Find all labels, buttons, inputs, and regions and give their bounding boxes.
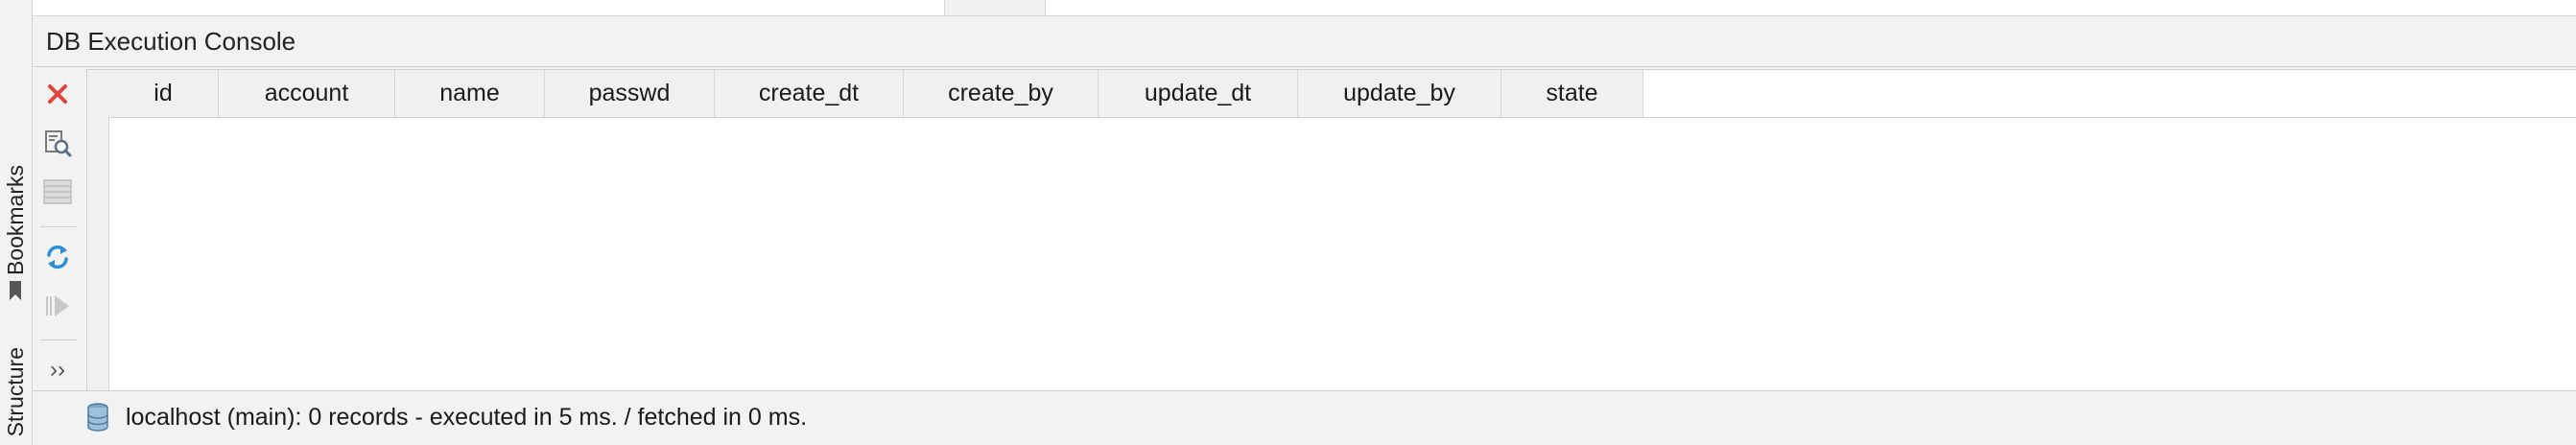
record-view-button[interactable] <box>42 176 73 207</box>
toolbar-separator <box>40 226 77 227</box>
grid-header: id account name passwd create_dt create_… <box>108 70 1643 118</box>
console-toolbar: ›› <box>33 67 84 390</box>
bookmarks-tab-label: Bookmarks <box>2 164 28 276</box>
status-text: localhost (main): 0 records - executed i… <box>126 404 808 431</box>
bookmarks-tab[interactable]: Bookmarks <box>2 153 29 312</box>
column-header-name[interactable]: name <box>395 70 545 117</box>
row-header-gutter <box>87 70 109 391</box>
column-header-account[interactable]: account <box>219 70 395 117</box>
play-icon <box>46 295 69 316</box>
column-header-update-dt[interactable]: update_dt <box>1099 70 1298 117</box>
table-rows-icon <box>43 179 72 204</box>
structure-tab[interactable]: Structure <box>2 340 29 444</box>
structure-tab-label: Structure <box>2 347 28 437</box>
bookmark-icon <box>10 281 21 301</box>
column-header-id[interactable]: id <box>108 70 219 117</box>
column-header-create-dt[interactable]: create_dt <box>715 70 904 117</box>
status-bar: localhost (main): 0 records - executed i… <box>33 390 2576 445</box>
refresh-button[interactable] <box>42 242 73 272</box>
upper-panel-segment <box>944 0 1046 15</box>
close-icon <box>48 84 67 104</box>
view-query-button[interactable] <box>42 129 73 159</box>
column-header-update-by[interactable]: update_by <box>1298 70 1501 117</box>
column-header-create-by[interactable]: create_by <box>904 70 1099 117</box>
execute-button[interactable] <box>42 291 73 321</box>
database-icon <box>87 403 108 432</box>
console-header: DB Execution Console <box>33 16 2576 67</box>
close-button[interactable] <box>42 79 73 109</box>
refresh-icon <box>47 245 68 269</box>
upper-panel-edge <box>33 0 2576 16</box>
column-header-passwd[interactable]: passwd <box>545 70 715 117</box>
more-button[interactable]: ›› <box>42 355 73 386</box>
grid-header-filler <box>1643 70 2576 118</box>
tool-window-strip: Bookmarks Structure <box>0 0 33 444</box>
column-header-state[interactable]: state <box>1501 70 1643 117</box>
result-grid[interactable]: id account name passwd create_dt create_… <box>86 69 2576 391</box>
document-search-icon <box>45 130 72 157</box>
console-title: DB Execution Console <box>46 27 296 56</box>
chevron-double-right-icon: ›› <box>50 357 65 383</box>
